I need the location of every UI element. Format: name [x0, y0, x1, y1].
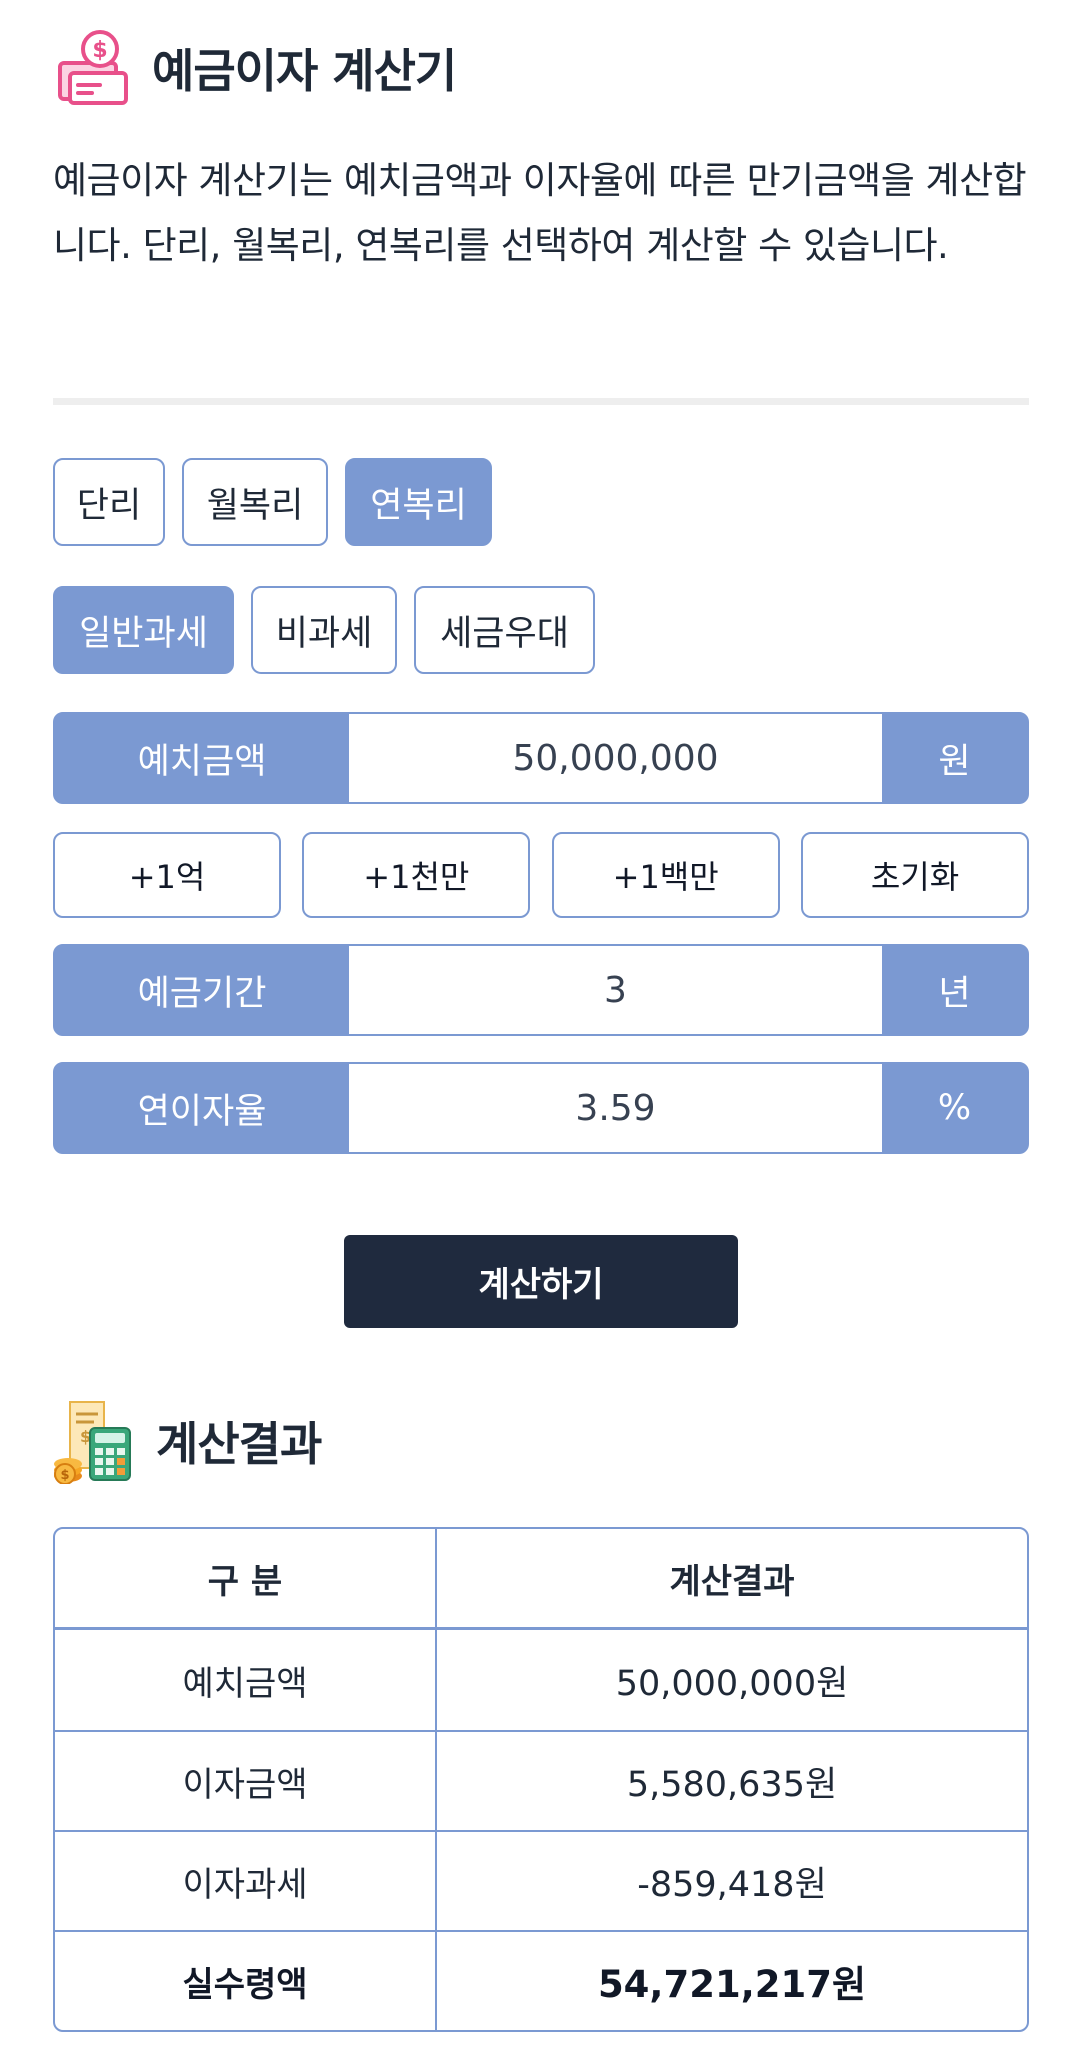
result-title: 계산결과: [156, 1417, 322, 1471]
result-table: 구 분 계산결과 예치금액 50,000,000원 이자금액 5,580,635…: [53, 1527, 1029, 2032]
add-100m-button[interactable]: +1억: [53, 832, 281, 918]
deposit-period-unit: 년: [938, 973, 971, 1014]
page-description: 예금이자 계산기는 예치금액과 이자율에 따른 만기금액을 계산합니다. 단리,…: [53, 159, 1027, 267]
row-label: 실수령액: [55, 1932, 437, 2030]
page-title: 예금이자 계산기: [152, 44, 457, 98]
table-header-row: 구 분 계산결과: [55, 1529, 1027, 1630]
reset-button[interactable]: 초기화: [800, 832, 1029, 918]
column-header-result: 계산결과: [669, 1561, 795, 1602]
row-label: 이자금액: [55, 1732, 437, 1830]
deposit-period-label: 예금기간: [137, 973, 267, 1014]
deposit-period-input[interactable]: 3: [349, 946, 882, 1034]
deposit-amount-unit: 원: [938, 741, 971, 782]
table-row: 이자과세 -859,418원: [55, 1830, 1027, 1930]
section-divider: [53, 398, 1029, 405]
annual-rate-unit: %: [937, 1088, 972, 1128]
deposit-period-group: 예금기간 3 년: [53, 944, 1029, 1036]
svg-text:$: $: [60, 1468, 69, 1483]
annual-rate-group: 연이자율 3.59 %: [53, 1062, 1029, 1154]
interest-type-monthly-compound[interactable]: 월복리: [182, 458, 328, 546]
table-row-total: 실수령액 54,721,217원: [55, 1930, 1027, 2030]
quick-amount-buttons: +1억 +1천만 +1백만 초기화: [53, 832, 1029, 918]
row-value: 50,000,000원: [615, 1663, 849, 1704]
annual-rate-input[interactable]: 3.59: [349, 1064, 882, 1152]
tax-type-preferential[interactable]: 세금우대: [414, 586, 595, 674]
column-header-category: 구 분: [55, 1529, 437, 1627]
table-row: 이자금액 5,580,635원: [55, 1730, 1027, 1830]
deposit-amount-input[interactable]: 50,000,000: [349, 714, 882, 802]
interest-type-annual-compound[interactable]: 연복리: [345, 458, 492, 546]
tax-type-general[interactable]: 일반과세: [53, 586, 234, 674]
calculator-receipt-icon: $ $: [54, 1401, 131, 1484]
interest-type-selector: 단리 월복리 연복리: [53, 458, 492, 546]
tax-type-selector: 일반과세 비과세 세금우대: [53, 586, 595, 674]
interest-type-simple[interactable]: 단리: [53, 458, 165, 546]
svg-text:$: $: [92, 38, 107, 63]
page-header: $ 예금이자 계산기: [52, 26, 457, 110]
row-value: 5,580,635원: [626, 1764, 838, 1805]
deposit-amount-label: 예치금액: [137, 741, 267, 782]
row-label: 이자과세: [55, 1832, 437, 1930]
annual-rate-label: 연이자율: [137, 1091, 267, 1132]
money-bill-icon: $: [58, 30, 128, 105]
table-row: 예치금액 50,000,000원: [55, 1630, 1027, 1730]
result-header: $ $ 계산결과: [52, 1398, 322, 1484]
calculate-button[interactable]: 계산하기: [344, 1235, 738, 1328]
row-label: 예치금액: [55, 1630, 437, 1730]
add-10m-button[interactable]: +1천만: [302, 832, 531, 918]
calculator-page: $ 예금이자 계산기 예금이자 계산기는 예치금액과 이자율에 따른 만기금액을…: [0, 0, 1080, 2065]
add-1m-button[interactable]: +1백만: [551, 832, 780, 918]
row-value: -859,418원: [637, 1864, 827, 1905]
tax-type-exempt[interactable]: 비과세: [251, 586, 397, 674]
row-value: 54,721,217원: [597, 1963, 867, 2006]
deposit-amount-group: 예치금액 50,000,000 원: [53, 712, 1029, 804]
